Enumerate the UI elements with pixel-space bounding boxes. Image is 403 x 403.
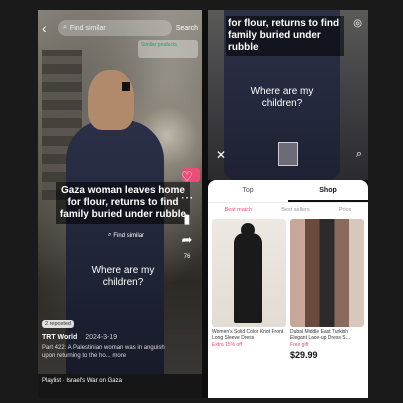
action-column: ♡ ⋯ ▮ ➦ 76 xyxy=(176,170,198,260)
product-title: Dubai Middle East Turkish Elegant Lace-u… xyxy=(290,329,350,341)
share-count: 76 xyxy=(183,254,191,260)
arrow-left-icon[interactable]: ‹ xyxy=(42,20,54,36)
product-price: $29.99 xyxy=(290,350,318,360)
product-grid: Women's Solid Color Knot Front Long Slee… xyxy=(208,217,368,362)
find-similar-button[interactable]: ⌕ Find similar xyxy=(108,232,144,239)
tab-bar: Top Shop xyxy=(208,180,368,203)
product-thumbnail[interactable] xyxy=(278,142,298,166)
more-icon[interactable]: ◎ xyxy=(353,18,362,29)
shop-tag[interactable]: Similar products xyxy=(138,40,198,58)
repost-badge[interactable]: 2 reposted xyxy=(42,320,74,328)
shop-view: for flour, returns to find family buried… xyxy=(208,10,368,398)
video-subtitle: Where are my children? xyxy=(91,265,155,288)
heart-icon[interactable]: ♡ xyxy=(181,170,193,183)
find-similar-label: Find similar xyxy=(113,232,145,239)
video-headline: Gaza woman leaves home for flour, return… xyxy=(56,182,190,224)
video-caption[interactable]: Part 422: A Palestinian woman was in ang… xyxy=(42,344,172,360)
product-card[interactable]: Women's Solid Color Knot Front Long Slee… xyxy=(212,219,286,360)
woman-head xyxy=(88,70,134,130)
post-date: 2024-3-19 xyxy=(85,334,118,341)
search-button[interactable]: Search xyxy=(176,25,198,32)
playlist-bar[interactable]: Playlist · Israel's War on Gaza xyxy=(38,374,202,398)
filter-best-match[interactable]: Best match xyxy=(225,207,253,213)
product-image[interactable] xyxy=(212,219,286,327)
comment-icon[interactable]: ⋯ xyxy=(181,191,194,204)
black-dress xyxy=(234,233,262,323)
product-image[interactable] xyxy=(290,219,364,327)
shop-sheet: Top Shop Best match Best sellers Price W… xyxy=(208,180,368,398)
blur-bar xyxy=(122,82,130,91)
video-subtitle: Where are my children? xyxy=(250,86,314,109)
channel-name[interactable]: TRT World xyxy=(42,334,77,341)
video-headline: for flour, returns to find family buried… xyxy=(226,16,344,56)
product-card[interactable]: Dubai Middle East Turkish Elegant Lace-u… xyxy=(290,219,364,360)
search-input[interactable]: ⌕ Find similar xyxy=(58,20,172,36)
share-icon[interactable]: ➦ xyxy=(182,233,193,246)
filter-best-sellers[interactable]: Best sellers xyxy=(281,207,309,213)
search-icon: ⌕ xyxy=(108,232,112,238)
search-label: Find similar xyxy=(69,24,106,32)
product-title: Women's Solid Color Knot Front Long Slee… xyxy=(212,329,284,341)
filter-bar: Best match Best sellers Price xyxy=(208,203,368,217)
bookmark-icon[interactable]: ▮ xyxy=(183,212,190,225)
search-icon[interactable]: ⌕ xyxy=(356,148,362,161)
screenshot-frame: ‹ ⌕ Find similar Search Similar products… xyxy=(38,10,368,398)
video-info: 2 reposted TRT World 2024-3-19 Part 422:… xyxy=(42,320,172,360)
product-badge: Extra 15% off xyxy=(212,342,242,348)
search-icon: ⌕ xyxy=(63,24,67,31)
top-bar: ‹ ⌕ Find similar Search xyxy=(42,18,198,38)
video-player[interactable]: ‹ ⌕ Find similar Search Similar products… xyxy=(38,10,202,398)
channel-row[interactable]: TRT World 2024-3-19 xyxy=(42,334,172,341)
product-badge: Free gift xyxy=(290,342,309,348)
filter-price[interactable]: Price xyxy=(339,207,352,213)
tab-top[interactable]: Top xyxy=(208,180,288,202)
close-icon[interactable]: ✕ xyxy=(216,148,226,162)
tab-shop[interactable]: Shop xyxy=(288,180,368,202)
